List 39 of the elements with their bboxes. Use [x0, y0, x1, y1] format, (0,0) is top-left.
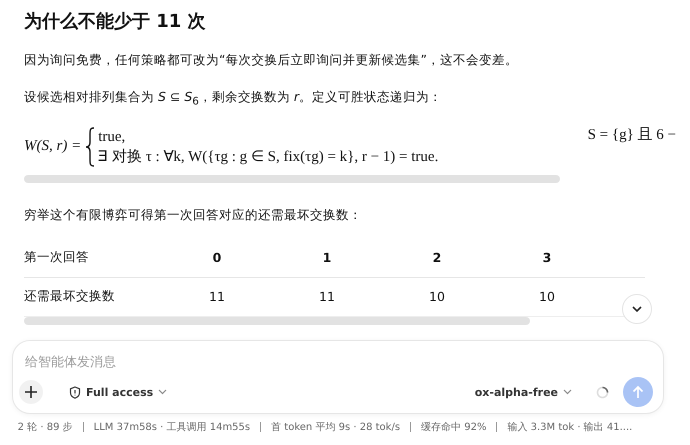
- formula-condition: S = {g} 且 6 −: [588, 126, 676, 144]
- status-item: 缓存命中 92%: [421, 420, 486, 434]
- paragraph: 因为询问免费，任何策略都可改为“每次交换后立即询问并更新候选集”，这不会变差。: [24, 51, 519, 69]
- column-header: 2: [432, 250, 442, 265]
- table-cell-text: 11: [208, 289, 226, 304]
- table-cell-text: 10: [538, 289, 556, 304]
- column-header: 3: [542, 250, 552, 265]
- send-button[interactable]: [623, 377, 653, 407]
- formula-lhs: W(S, r) =: [24, 138, 82, 155]
- shield-icon: [69, 386, 81, 398]
- paragraph: 设候选相对排列集合为 S ⊆ S$_{6}$，剩余交换数为 r。定义可胜状态递归为：: [24, 88, 444, 110]
- table-cell-text: 11: [318, 289, 336, 304]
- message-composer[interactable]: 给智能体发消息 Full access ox-alpha-free: [12, 340, 664, 414]
- column-header: 1: [322, 250, 332, 265]
- table-cell-text: 还需最坏交换数: [24, 288, 116, 305]
- column-header: 0: [212, 250, 222, 265]
- brace: [85, 126, 96, 166]
- formula-case: true,: [98, 128, 126, 146]
- status-item: LLM 37m58s · 工具调用 14m55s: [94, 421, 250, 434]
- status-item: 2 轮 · 89 步: [18, 420, 73, 434]
- chevron-down-icon: [158, 389, 168, 395]
- paragraph: 穷举这个有限博弈可得第一次回答对应的还需最坏交换数：: [24, 206, 363, 224]
- formula-case: ∃ 对换 τ : ∀k, W({τg : g ∈ S, fix(τg) = k}, r − 1) = true.: [98, 148, 438, 166]
- status-item: 输入 3.3M tok · 输出 41....: [507, 420, 632, 434]
- status-item: 首 token 平均 9s · 28 tok/s: [271, 421, 400, 434]
- chevron-down-icon: [563, 389, 572, 395]
- arrow-up-icon: [632, 385, 644, 399]
- add-button[interactable]: [19, 380, 43, 404]
- chevron-down-icon: [631, 305, 643, 313]
- section-heading: 为什么不能少于 11 次: [24, 10, 207, 34]
- table-cell-text: 10: [428, 289, 446, 304]
- scrollbar[interactable]: [24, 316, 530, 324]
- scrollbar[interactable]: [24, 174, 560, 182]
- access-dropdown[interactable]: Full access: [65, 384, 172, 400]
- model-dropdown[interactable]: ox-alpha-free: [470, 384, 576, 400]
- column-header: 第一次回答: [24, 249, 90, 266]
- plus-icon: [25, 386, 37, 398]
- scroll-down-button[interactable]: [622, 294, 652, 324]
- loading-spinner-icon: [596, 386, 609, 398]
